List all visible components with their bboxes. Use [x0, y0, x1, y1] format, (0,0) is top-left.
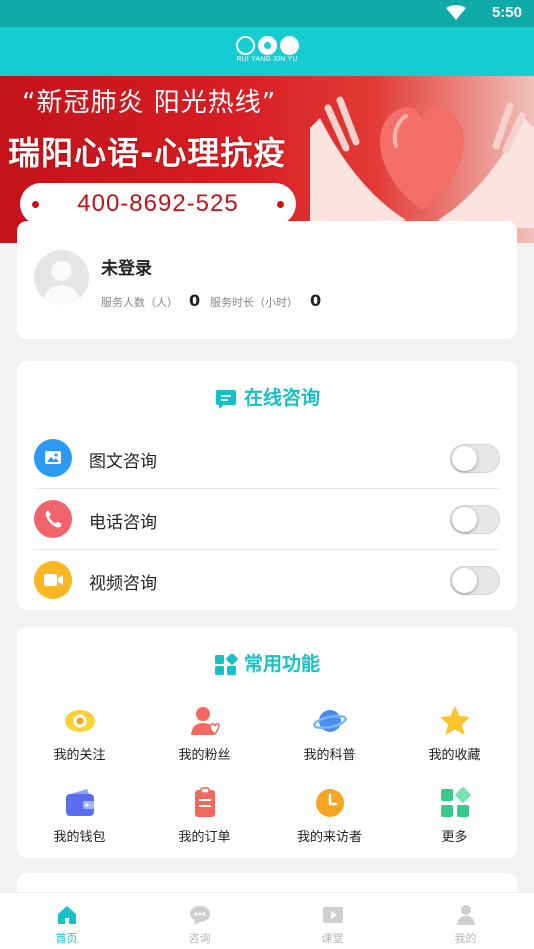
consult-row-video-label: 视频咨询	[89, 574, 157, 594]
tab-consult-label: 咨询	[188, 932, 211, 945]
chat-icon	[190, 906, 210, 925]
tab-mine[interactable]: 我的	[399, 893, 532, 949]
banner-slogan: 瑞阳心语-心理抗疫	[8, 134, 287, 172]
eye-icon	[65, 710, 95, 732]
func-my-science[interactable]: 我的科普	[267, 704, 392, 774]
func-label: 更多	[441, 830, 468, 845]
consult-row-phone[interactable]: 电话咨询	[34, 489, 500, 550]
func-label: 我的粉丝	[178, 748, 231, 763]
tab-home-label: 首页	[55, 932, 78, 945]
func-label: 我的收藏	[428, 748, 481, 763]
wifi-icon	[446, 5, 466, 20]
logo-subtext: RUI YANG XIN YU	[236, 56, 298, 63]
wallet-icon	[66, 789, 94, 816]
consult-row-text-label: 图文咨询	[89, 452, 157, 472]
video-icon	[34, 561, 72, 599]
fans-icon	[191, 707, 220, 736]
func-label: 我的钱包	[53, 830, 106, 845]
consult-row-video[interactable]: 视频咨询	[34, 550, 500, 611]
consult-row-phone-label: 电话咨询	[89, 513, 157, 533]
bottom-tab-bar: 首页 咨询 课堂 我的	[0, 892, 534, 949]
functions-section-label: 常用功能	[243, 653, 320, 675]
func-my-following[interactable]: 我的关注	[17, 704, 142, 774]
common-functions-card: 常用功能 我的关注 我的粉丝 我的科普 我的收藏 我的钱包 我的订单 我的来访者…	[17, 627, 517, 858]
app-bar: RUI YANG XIN YU	[0, 27, 534, 76]
tab-classroom[interactable]: 课堂	[266, 893, 399, 949]
served-count-value: 0	[189, 291, 201, 310]
consult-section-title: 在线咨询	[17, 383, 517, 410]
consult-section-label: 在线咨询	[243, 387, 320, 409]
service-hours-value: 0	[310, 291, 322, 310]
tab-mine-label: 我的	[454, 932, 477, 945]
func-label: 我的订单	[178, 830, 231, 845]
online-consult-card: 在线咨询 图文咨询 电话咨询 视频咨询	[17, 361, 517, 610]
user-name[interactable]: 未登录	[101, 254, 152, 279]
clock-icon	[316, 789, 344, 817]
func-my-favorites[interactable]: 我的收藏	[392, 704, 517, 774]
tab-home[interactable]: 首页	[0, 893, 133, 949]
text-consult-toggle[interactable]	[450, 444, 500, 473]
status-bar: 5:50	[0, 0, 534, 27]
service-hours-label: 服务时长（小时）	[210, 296, 298, 309]
func-label: 我的关注	[53, 748, 106, 763]
person-icon	[457, 905, 475, 925]
func-my-fans[interactable]: 我的粉丝	[142, 704, 267, 774]
phone-consult-toggle[interactable]	[450, 505, 500, 534]
banner-phone-box: 400-8692-525	[20, 183, 296, 225]
video-consult-toggle[interactable]	[450, 566, 500, 595]
func-more[interactable]: 更多	[392, 786, 517, 856]
heart-hands-illustration	[310, 96, 534, 228]
app-logo: RUI YANG XIN YU	[231, 36, 303, 70]
func-my-visitors[interactable]: 我的来访者	[267, 786, 392, 856]
clipboard-icon	[195, 787, 215, 817]
apps-icon	[214, 653, 238, 675]
consult-row-text[interactable]: 图文咨询	[34, 428, 500, 489]
func-label: 我的来访者	[296, 830, 362, 845]
func-label: 我的科普	[303, 748, 356, 763]
play-icon	[323, 907, 343, 923]
planet-icon	[313, 710, 347, 732]
banner-phone-number: 400-8692-525	[77, 190, 239, 217]
banner-headline: “新冠肺炎 阳光热线”	[22, 88, 277, 118]
served-count-label: 服务人数（人）	[101, 296, 178, 309]
hotline-banner[interactable]: “新冠肺炎 阳光热线” 瑞阳心语-心理抗疫 400-8692-525	[0, 76, 534, 243]
user-info-card[interactable]: 未登录 服务人数（人） 0 服务时长（小时） 0	[17, 221, 517, 339]
phone-icon	[34, 500, 72, 538]
avatar[interactable]	[34, 250, 89, 305]
func-my-wallet[interactable]: 我的钱包	[17, 786, 142, 856]
star-icon	[440, 706, 470, 735]
image-chat-icon	[34, 439, 72, 477]
functions-section-title: 常用功能	[17, 649, 517, 676]
home-icon	[58, 906, 76, 924]
func-my-orders[interactable]: 我的订单	[142, 786, 267, 856]
message-icon	[215, 389, 236, 409]
more-grid-icon	[441, 787, 471, 817]
tab-classroom-label: 课堂	[321, 932, 344, 945]
status-time: 5:50	[491, 4, 522, 21]
tab-consult[interactable]: 咨询	[133, 893, 266, 949]
